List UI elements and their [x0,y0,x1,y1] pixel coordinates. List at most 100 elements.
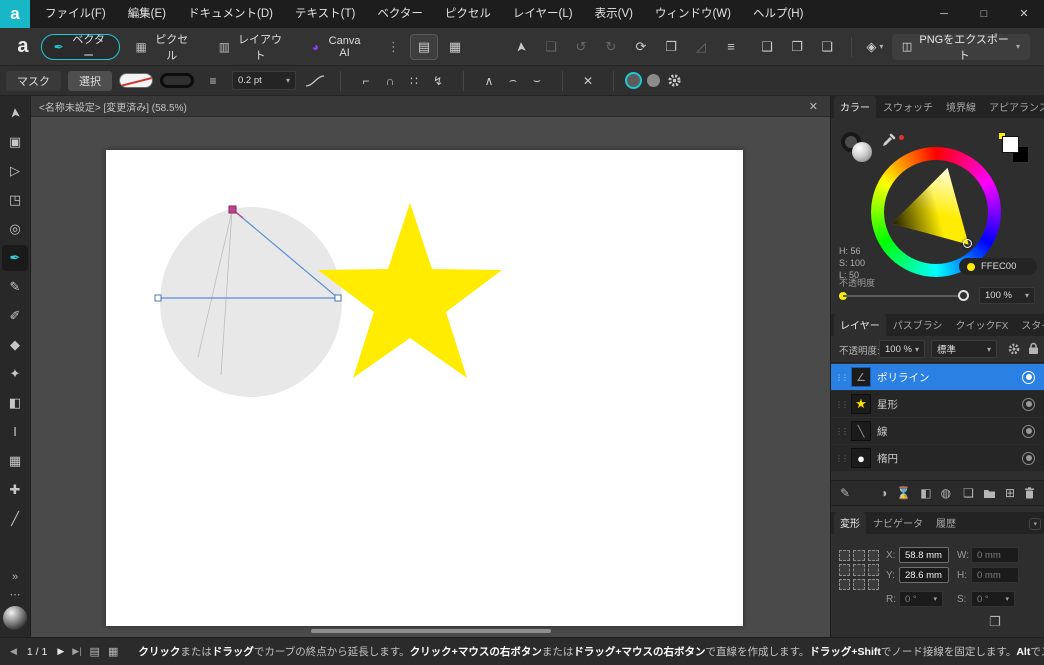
polyline-node-active[interactable] [228,205,237,214]
fill-swatch[interactable] [119,73,153,88]
mask-icon[interactable]: ◧ [920,486,931,500]
panel-collapse-icon[interactable]: ▾ [1029,518,1041,530]
menu-item[interactable]: レイヤー(L) [502,0,584,28]
mask-button[interactable]: マスク [6,70,61,91]
warp-icon[interactable]: ◿ [686,34,716,60]
node-tool[interactable]: ▷ [2,158,28,184]
persona-canva-button[interactable]: ◕ Canva AI [299,34,377,60]
minimize-button[interactable]: ─ [924,0,964,28]
single-page-icon[interactable]: ▤ [90,645,100,658]
pressure-curve-icon[interactable] [303,70,327,92]
r-input[interactable]: 0 ° ▾ [899,591,943,607]
move-forward-icon[interactable]: ❐ [782,34,812,60]
x-input[interactable]: 58.8 mm [899,547,949,563]
layers-panel-tab[interactable]: パスブラシ [887,314,949,336]
anchor-point[interactable] [853,564,865,576]
break-curve-icon[interactable]: ✕ [576,70,600,92]
fill-layer-icon[interactable]: ◍ [941,486,951,500]
blend-gear-icon[interactable] [1007,342,1021,356]
last-page-button[interactable]: ▶| [72,646,81,657]
contour-tool[interactable]: ◳ [2,187,28,213]
page-grid-icon[interactable]: ▦ [108,645,118,658]
primary-swatch[interactable] [1002,136,1019,153]
customize-tools-icon[interactable]: ⋯ [10,588,21,601]
stroke-style-icon[interactable]: ≡ [201,70,225,92]
anchor-point[interactable] [839,550,851,562]
opacity-slider-knob[interactable] [958,290,969,301]
tag-dropdown-button[interactable]: ◈ ▾ [861,34,889,60]
export-button[interactable]: ◫ PNGをエクスポート ▾ [891,33,1030,62]
transform-panel-tab[interactable]: 履歴 [930,512,962,534]
anchor-point[interactable] [867,564,879,576]
vector-crop-tool[interactable]: I [2,419,28,445]
w-input[interactable]: 0 mm [971,547,1019,563]
anchor-point[interactable] [839,564,851,576]
opacity-slider[interactable] [839,289,971,303]
layers-panel-tab[interactable]: レイヤー [834,314,886,336]
snap-circle-icon[interactable] [647,74,660,87]
menu-item[interactable]: ウィンドウ(W) [644,0,742,28]
opacity-slider-track[interactable] [843,295,967,297]
anchor-point[interactable] [853,550,865,562]
polygon-mode-icon[interactable]: ∷ [402,70,426,92]
flood-fill-tool[interactable]: ◧ [2,390,28,416]
stroke-swatch[interactable] [160,73,194,88]
color-selector-dot[interactable] [963,239,972,248]
smart-node-icon[interactable]: ⌣ [525,70,549,92]
blend-mode-dropdown[interactable]: 標準 ▾ [931,340,997,358]
pencil-tool[interactable]: ✎ [2,274,28,300]
move-to-front-icon[interactable]: ❑ [752,34,782,60]
measure-tool[interactable]: ╱ [2,506,28,532]
drag-handle-icon[interactable]: ⋮⋮ [835,400,849,409]
horizontal-scrollbar[interactable] [311,629,551,633]
canvas[interactable] [31,117,830,637]
y-input[interactable]: 28.6 mm [899,567,949,583]
visibility-toggle[interactable] [1022,397,1035,411]
duplicate-icon[interactable]: ❐ [656,34,686,60]
anchor-selector[interactable] [839,550,879,590]
next-page-button[interactable]: ▶ [57,646,64,657]
menu-item[interactable]: ピクセル [434,0,502,28]
anchor-point[interactable] [867,578,879,590]
insertion-options-icon[interactable]: ≡ [716,34,746,60]
pattern-tool[interactable]: ✚ [2,477,28,503]
lock-icon[interactable] [1028,342,1039,355]
point-transform-tool[interactable]: ◎ [2,216,28,242]
fill-color-well[interactable] [852,142,872,162]
transform-panel-tab[interactable]: ナビゲータ [867,512,929,534]
visibility-toggle[interactable] [1022,424,1035,438]
move-to-back-icon[interactable]: ❏ [812,34,842,60]
gear-icon[interactable] [667,73,682,88]
polyline-node-left[interactable] [154,294,162,302]
layers-panel-tab[interactable]: スタイル [1015,314,1044,336]
color-panel-tab[interactable]: カラー [834,96,876,118]
menu-item[interactable]: ヘルプ(H) [742,0,814,28]
insertion-pointer-icon[interactable]: ➤ [506,34,536,60]
line-mode-icon[interactable]: ↯ [426,70,450,92]
menu-item[interactable]: 表示(V) [584,0,644,28]
smooth-node-icon[interactable]: ⌢ [501,70,525,92]
layer-row[interactable]: ⋮⋮ 楕円 [831,445,1044,471]
new-layer-icon[interactable]: ❏ [963,486,974,500]
grid-icon[interactable]: ⊞ [1005,486,1015,500]
move-tool[interactable]: ➤ [2,100,28,126]
select-button[interactable]: 選択 [68,70,112,91]
layer-row[interactable]: ⋮⋮ 星形 [831,391,1044,417]
panel-options-icon[interactable]: ❐ [989,614,1001,630]
persona-vector-button[interactable]: ✒ ベクター [40,33,121,62]
rotate-ccw-icon[interactable]: ↺ [566,34,596,60]
s-input[interactable]: 0 ° ▾ [971,591,1015,607]
artboard-tool[interactable]: ▣ [2,129,28,155]
snap-circle-active-icon[interactable] [627,74,640,87]
more-personas-icon[interactable]: ⋮ [380,39,407,55]
layers-panel-tab[interactable]: クイックFX [950,314,1015,336]
visibility-toggle[interactable] [1022,370,1035,384]
color-panel-tab[interactable]: アピアランス [983,96,1044,118]
sharp-node-icon[interactable]: ∧ [477,70,501,92]
pen-tool[interactable]: ✒ [2,244,28,271]
anchor-point[interactable] [839,578,851,590]
anchor-point[interactable] [853,578,865,590]
ellipse-shape[interactable] [160,207,342,397]
new-group-icon[interactable] [983,488,996,499]
place-image-tool[interactable]: ▦ [2,448,28,474]
